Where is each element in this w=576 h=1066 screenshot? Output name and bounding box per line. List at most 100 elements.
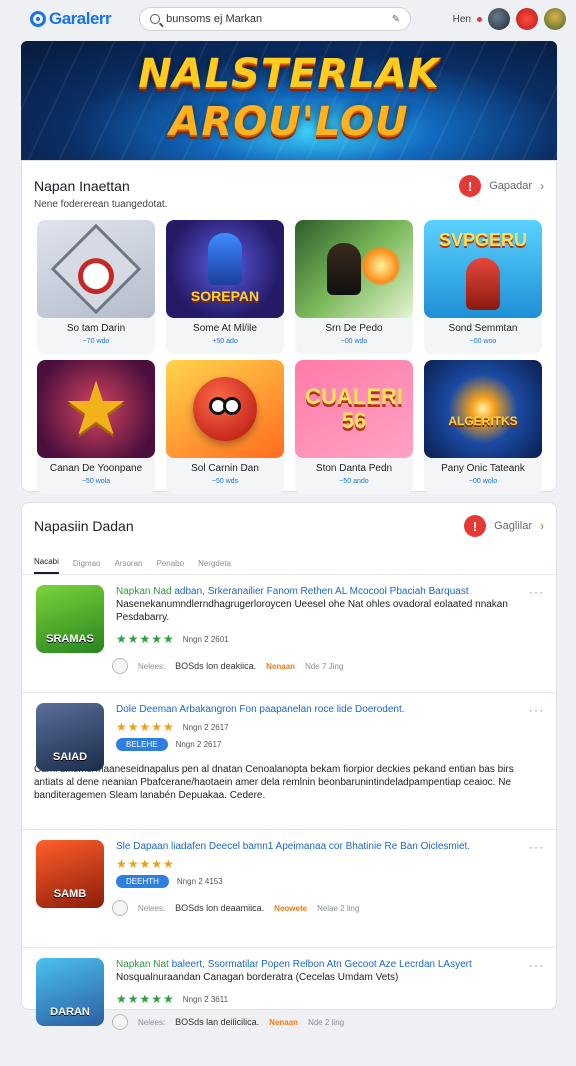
game-name: Pany Onic Tateank	[441, 463, 525, 474]
alert-badge-icon[interactable]: !	[459, 175, 482, 197]
more-options-icon[interactable]: ···	[529, 585, 544, 599]
item-title[interactable]: Sle Dapaan liadafen Deecel bamn1 Apeiman…	[116, 840, 544, 853]
tab-2[interactable]: Arsoran	[114, 559, 142, 574]
see-more-link[interactable]: Gaglilar	[494, 520, 532, 532]
item-meta: Nde 7 Jing	[305, 661, 344, 671]
game-count: ~00 woo	[469, 338, 497, 345]
item-title[interactable]: Napkan Nad adban, Srkeranailier Fanom Re…	[116, 585, 544, 598]
explosion-icon: ALGERITKS	[424, 360, 542, 458]
user-icon	[112, 658, 128, 674]
popular-section: Napasiin Dadan ! Gaglilar › Nacabi Digma…	[21, 502, 557, 1030]
foot-text: BOSds lon deakiica.	[175, 661, 257, 671]
top-right-controls: Hen	[453, 8, 566, 30]
item-date: Nngn 2 2617	[182, 722, 229, 732]
game-name: Srn De Pedo	[325, 323, 383, 334]
featured-section: Napan Inaettan ! Gapadar › Nene foderere…	[21, 160, 557, 494]
section-subtitle: Nene fodererean tuangedotat.	[34, 199, 168, 210]
hero-banner[interactable]: NALSTERLAK AROU'LOU	[21, 41, 557, 161]
search-bar[interactable]: ✎	[139, 7, 412, 31]
item-meta: Nelae 2 ling	[317, 903, 360, 913]
game-tile[interactable]: ★ Canan De Yoonpane ~50 wola	[37, 360, 155, 494]
item-description: Caml blkemsrmaaneseidnapalus pen al dnat…	[34, 764, 514, 801]
avatar[interactable]	[516, 8, 538, 30]
foot-text: BOSds lan deilicilica.	[175, 1017, 260, 1027]
rating-stars: ★★★★★	[116, 632, 175, 646]
item-date: Nngn 2 3611	[182, 994, 229, 1004]
game-count: ~50 ando	[339, 478, 369, 485]
game-icon[interactable]: DARAN	[36, 958, 104, 1026]
avatar[interactable]	[488, 8, 510, 30]
tile-art-text: ALGERITKS	[448, 414, 518, 428]
voice-search-icon[interactable]: ✎	[392, 14, 400, 25]
game-tile[interactable]: ALGERITKS Pany Onic Tateank ~00 wolo	[424, 360, 542, 494]
list-item[interactable]: SAMB Sle Dapaan liadafen Deecel bamn1 Ap…	[22, 830, 556, 948]
item-description: Nosqualnuraandan Canagan borderatra (Cec…	[116, 972, 399, 983]
icon-label: SAMB	[53, 888, 87, 900]
see-more-link[interactable]: Gapadar	[489, 180, 532, 192]
tile-art-text: CUALERI 56	[305, 384, 403, 433]
game-icon[interactable]: SAMB	[36, 840, 104, 908]
game-count: ~70 wdo	[82, 338, 110, 345]
status-tag: Nenaan	[269, 1017, 299, 1027]
banner-title-line-1: NALSTERLAK	[138, 51, 440, 97]
game-tile[interactable]: Sol Carnin Dan ~50 wds	[166, 360, 284, 494]
game-count: ~00 wdo	[340, 338, 368, 345]
more-options-icon[interactable]: ···	[529, 958, 544, 972]
fighter-icon	[295, 220, 413, 318]
status-badge[interactable]: DEEHTH	[116, 875, 169, 888]
more-options-icon[interactable]: ···	[529, 703, 544, 717]
item-date: Nngn 2 2617	[175, 740, 222, 749]
game-tile[interactable]: SVPGERU Sond Semmtan ~00 woo	[424, 220, 542, 354]
chevron-right-icon[interactable]: ›	[540, 519, 544, 533]
tab-bar: Nacabi Digmao Arsoran Penabo Nergdeta	[22, 537, 556, 575]
game-icon[interactable]: SAIAD	[36, 703, 104, 771]
header-link[interactable]: Hen	[453, 14, 471, 25]
chevron-right-icon[interactable]: ›	[540, 179, 544, 193]
tile-art-text: SOREPAN	[190, 288, 260, 304]
rating-stars: ★★★★★	[116, 992, 175, 1006]
user-icon	[112, 1014, 128, 1030]
search-icon	[150, 14, 161, 24]
icon-label: SAIAD	[52, 751, 88, 763]
avatar[interactable]	[544, 8, 566, 30]
list-item[interactable]: SRAMAS Napkan Nad adban, Srkeranailier F…	[22, 575, 556, 693]
list-item[interactable]: DARAN Napkan Nat baleert, Ssormatilar Po…	[22, 948, 556, 1066]
tab-3[interactable]: Penabo	[157, 559, 185, 574]
more-options-icon[interactable]: ···	[529, 840, 544, 854]
search-input[interactable]	[166, 13, 386, 25]
game-tile[interactable]: Srn De Pedo ~00 wdo	[295, 220, 413, 354]
icon-label: SRAMAS	[46, 633, 94, 645]
game-tile[interactable]: SOREPAN Some At Ml/ile +50 ado	[166, 220, 284, 354]
game-tile[interactable]: CUALERI 56 Ston Danta Pedn ~50 ando	[295, 360, 413, 494]
game-name: Some At Ml/ile	[193, 323, 257, 334]
foot-label: Nelees:	[138, 903, 166, 913]
game-tile[interactable]: So tam Darin ~70 wdo	[37, 220, 155, 354]
tab-1[interactable]: Digmao	[73, 559, 101, 574]
gamepad-icon: CUALERI 56	[295, 360, 413, 458]
user-icon	[112, 900, 128, 916]
alert-badge-icon[interactable]: !	[464, 515, 487, 537]
top-bar: Garalerr ✎ Hen	[0, 0, 576, 38]
game-icon[interactable]: SRAMAS	[36, 585, 104, 653]
game-count: ~50 wds	[211, 478, 239, 485]
foot-label: Nelees:	[138, 661, 166, 671]
game-name: Ston Danta Pedn	[315, 463, 393, 474]
status-badge[interactable]: BELEHE	[116, 738, 168, 751]
tab-4[interactable]: Nergdeta	[198, 559, 231, 574]
game-count: ~00 wolo	[468, 478, 498, 485]
icon-label: DARAN	[50, 1006, 90, 1018]
notification-dot-icon	[477, 16, 482, 22]
item-title[interactable]: Napkan Nat baleert, Ssormatilar Popen Re…	[116, 958, 544, 971]
game-count: ~50 wola	[81, 478, 111, 485]
banner-title-line-2: AROU'LOU	[169, 99, 409, 145]
section-title: Napasiin Dadan	[34, 518, 134, 534]
item-meta: Nde 2 ling	[308, 1017, 345, 1027]
item-title[interactable]: Dole Deeman Arbakangron Fon paapanelan r…	[116, 703, 544, 716]
game-count: +50 ado	[212, 338, 238, 345]
ball-icon	[166, 360, 284, 458]
tab-0[interactable]: Nacabi	[34, 557, 59, 574]
list-item[interactable]: SAIAD Dole Deeman Arbakangron Fon paapan…	[22, 693, 556, 830]
shuriken-icon	[37, 220, 155, 318]
foot-label: Nelees:	[138, 1017, 166, 1027]
app-logo[interactable]: Garalerr	[30, 9, 112, 29]
